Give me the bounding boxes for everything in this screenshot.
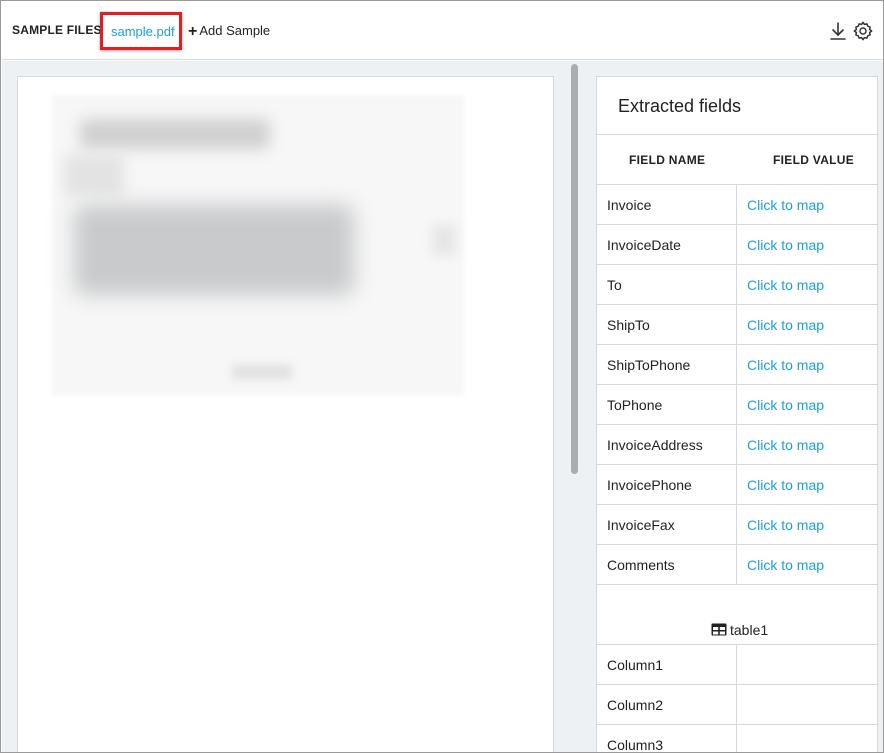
column-divider [736, 305, 737, 345]
plus-icon: + [188, 23, 198, 40]
click-to-map-link[interactable]: Click to map [747, 317, 824, 333]
field-name: InvoiceDate [607, 237, 681, 253]
column-name: Column1 [607, 657, 664, 673]
field-value-header: FIELD VALUE [773, 153, 855, 167]
field-row: To Click to map [597, 265, 877, 305]
top-toolbar: SAMPLE FILES: sample.pdf + Add Sample [2, 2, 883, 60]
column-name: Column3 [607, 737, 664, 753]
field-name: To [607, 277, 622, 293]
click-to-map-link[interactable]: Click to map [747, 477, 824, 493]
blurred-document-page [52, 95, 464, 395]
field-row: Invoice Click to map [597, 185, 877, 225]
sample-files-label: SAMPLE FILES: [12, 23, 106, 37]
field-row: ToPhone Click to map [597, 385, 877, 425]
click-to-map-link[interactable]: Click to map [747, 197, 824, 213]
blurred-content-block [74, 205, 354, 295]
table-label: table1 [711, 622, 768, 638]
table-name: table1 [730, 622, 769, 638]
click-to-map-link[interactable]: Click to map [747, 437, 824, 453]
click-to-map-link[interactable]: Click to map [747, 397, 824, 413]
column-divider [736, 685, 737, 725]
column-divider [736, 385, 737, 425]
sample-file-chip[interactable]: sample.pdf [100, 12, 182, 50]
field-row: InvoiceDate Click to map [597, 225, 877, 265]
table-field-header[interactable]: table1 [597, 585, 877, 645]
settings-button[interactable] [852, 20, 874, 42]
table-column-row: Column2 [597, 685, 877, 725]
field-row: ShipToPhone Click to map [597, 345, 877, 385]
workspace: Extracted fields FIELD NAME FIELD VALUE … [2, 61, 883, 753]
field-name: Invoice [607, 197, 652, 213]
vertical-scrollbar[interactable] [571, 64, 578, 474]
column-divider [736, 465, 737, 505]
field-name: ShipTo [607, 317, 650, 333]
click-to-map-link[interactable]: Click to map [747, 557, 824, 573]
column-divider [736, 225, 737, 265]
gear-icon [853, 21, 873, 41]
field-name: Comments [607, 557, 675, 573]
column-divider [736, 545, 737, 585]
blurred-right-block [432, 225, 456, 255]
table-icon [711, 623, 727, 636]
field-row: Comments Click to map [597, 545, 877, 585]
download-icon [830, 22, 846, 40]
field-row: ShipTo Click to map [597, 305, 877, 345]
column-divider [736, 425, 737, 465]
field-row: InvoiceFax Click to map [597, 505, 877, 545]
column-divider [736, 645, 737, 685]
table-header: FIELD NAME FIELD VALUE [597, 134, 877, 185]
table-column-row: Column1 [597, 645, 877, 685]
field-name: InvoiceFax [607, 517, 675, 533]
add-sample-label: Add Sample [199, 23, 271, 38]
click-to-map-link[interactable]: Click to map [747, 517, 824, 533]
field-row: InvoicePhone Click to map [597, 465, 877, 505]
add-sample-button[interactable]: + Add Sample [188, 22, 270, 40]
field-name: InvoicePhone [607, 477, 692, 493]
app-window: SAMPLE FILES: sample.pdf + Add Sample Ex… [0, 0, 884, 753]
blurred-side-block [64, 155, 124, 195]
blurred-footer-block [232, 365, 292, 379]
column-divider [736, 265, 737, 305]
download-button[interactable] [827, 20, 849, 42]
field-name-header: FIELD NAME [629, 153, 706, 167]
document-preview[interactable] [17, 76, 554, 752]
field-row: InvoiceAddress Click to map [597, 425, 877, 465]
panel-title: Extracted fields [618, 96, 742, 116]
column-divider [736, 345, 737, 385]
sample-file-link[interactable]: sample.pdf [111, 24, 175, 39]
field-name: ShipToPhone [607, 357, 691, 373]
column-divider [736, 725, 737, 752]
field-name: InvoiceAddress [607, 437, 703, 453]
column-divider [736, 185, 737, 225]
column-divider [736, 505, 737, 545]
blurred-header-block [80, 119, 270, 149]
column-name: Column2 [607, 697, 664, 713]
click-to-map-link[interactable]: Click to map [747, 277, 824, 293]
table-column-row: Column3 [597, 725, 877, 753]
click-to-map-link[interactable]: Click to map [747, 237, 824, 253]
field-name: ToPhone [607, 397, 663, 413]
extracted-fields-panel: Extracted fields FIELD NAME FIELD VALUE … [596, 76, 878, 753]
click-to-map-link[interactable]: Click to map [747, 357, 824, 373]
